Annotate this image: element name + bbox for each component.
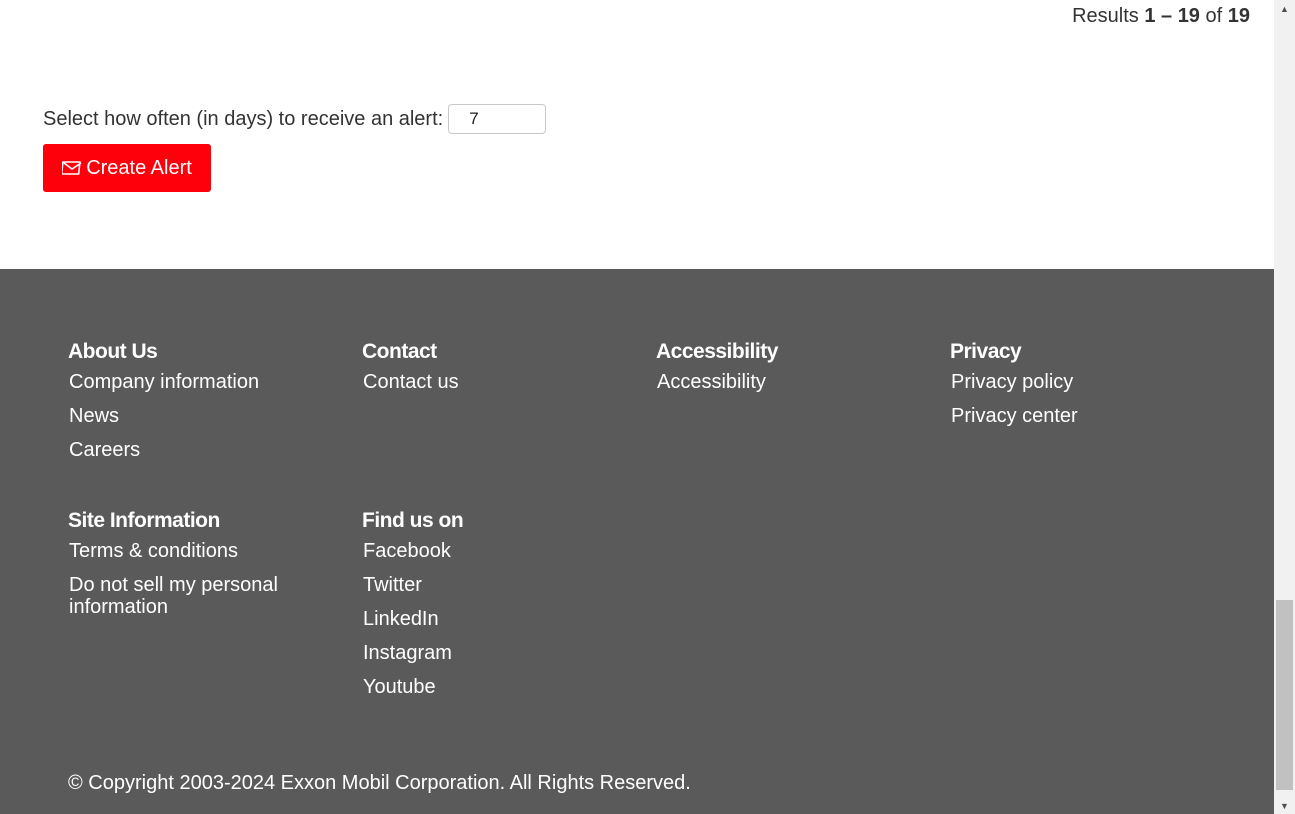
footer-col-site-information: Site Information Terms & conditions Do n… — [68, 506, 308, 630]
footer-link-contact-us[interactable]: Contact us — [363, 371, 622, 393]
footer-heading-find-us: Find us on — [362, 509, 464, 532]
footer-link-youtube[interactable]: Youtube — [363, 676, 622, 698]
footer-link-terms[interactable]: Terms & conditions — [69, 540, 308, 562]
scrollbar-thumb[interactable] — [1276, 600, 1293, 790]
footer-link-do-not-sell[interactable]: Do not sell my personal information — [69, 574, 308, 618]
scroll-up-arrow-icon[interactable]: ▲ — [1274, 0, 1295, 17]
results-count: Results 1 – 19 of 19 — [1072, 5, 1250, 28]
footer-link-careers[interactable]: Careers — [69, 439, 328, 461]
create-alert-button[interactable]: Create Alert — [43, 144, 211, 192]
footer-link-linkedin[interactable]: LinkedIn — [363, 608, 622, 630]
results-prefix: Results — [1072, 5, 1139, 27]
footer-col-contact: Contact Contact us — [362, 337, 622, 405]
footer-link-twitter[interactable]: Twitter — [363, 574, 622, 596]
results-of: of — [1205, 5, 1223, 27]
footer-heading-site-information: Site Information — [68, 509, 220, 532]
page: Results 1 – 19 of 19 Select how often (i… — [0, 0, 1295, 814]
envelope-icon — [62, 161, 82, 175]
footer-link-privacy-center[interactable]: Privacy center — [951, 405, 1210, 427]
create-alert-label: Create Alert — [86, 156, 192, 179]
footer-heading-privacy: Privacy — [950, 340, 1022, 363]
site-footer: About Us Company information News Career… — [0, 269, 1274, 814]
copyright-text: © Copyright 2003-2024 Exxon Mobil Corpor… — [68, 772, 691, 794]
alert-frequency-row: Select how often (in days) to receive an… — [43, 104, 547, 134]
footer-link-privacy-policy[interactable]: Privacy policy — [951, 371, 1210, 393]
footer-col-accessibility: Accessibility Accessibility — [656, 337, 916, 405]
footer-link-facebook[interactable]: Facebook — [363, 540, 622, 562]
alert-frequency-label: Select how often (in days) to receive an… — [43, 107, 444, 130]
footer-heading-accessibility: Accessibility — [656, 340, 778, 363]
footer-col-privacy: Privacy Privacy policy Privacy center — [950, 337, 1210, 439]
scroll-down-arrow-icon[interactable]: ▼ — [1274, 797, 1295, 814]
footer-col-about: About Us Company information News Career… — [68, 337, 328, 473]
footer-link-instagram[interactable]: Instagram — [363, 642, 622, 664]
main-content: Results 1 – 19 of 19 Select how often (i… — [0, 0, 1274, 814]
alert-days-input[interactable] — [448, 104, 547, 134]
results-range: 1 – 19 — [1144, 5, 1200, 27]
results-total: 19 — [1227, 5, 1250, 27]
footer-heading-about: About Us — [68, 340, 158, 363]
vertical-scrollbar[interactable]: ▲ ▼ — [1274, 0, 1295, 814]
footer-link-accessibility[interactable]: Accessibility — [657, 371, 916, 393]
footer-col-find-us: Find us on Facebook Twitter LinkedIn Ins… — [362, 506, 622, 710]
footer-link-news[interactable]: News — [69, 405, 328, 427]
footer-heading-contact: Contact — [362, 340, 437, 363]
footer-link-company-information[interactable]: Company information — [69, 371, 328, 393]
